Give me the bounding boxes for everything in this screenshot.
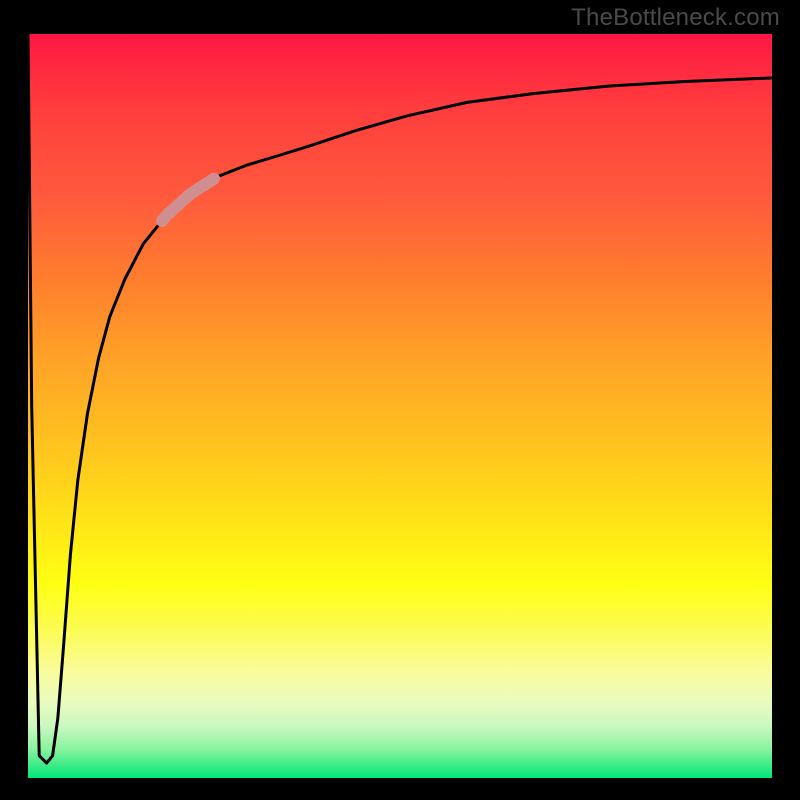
curve-main [28,34,772,763]
chart-area [20,26,780,786]
chart-svg [28,34,772,778]
curve-highlight [162,179,214,221]
